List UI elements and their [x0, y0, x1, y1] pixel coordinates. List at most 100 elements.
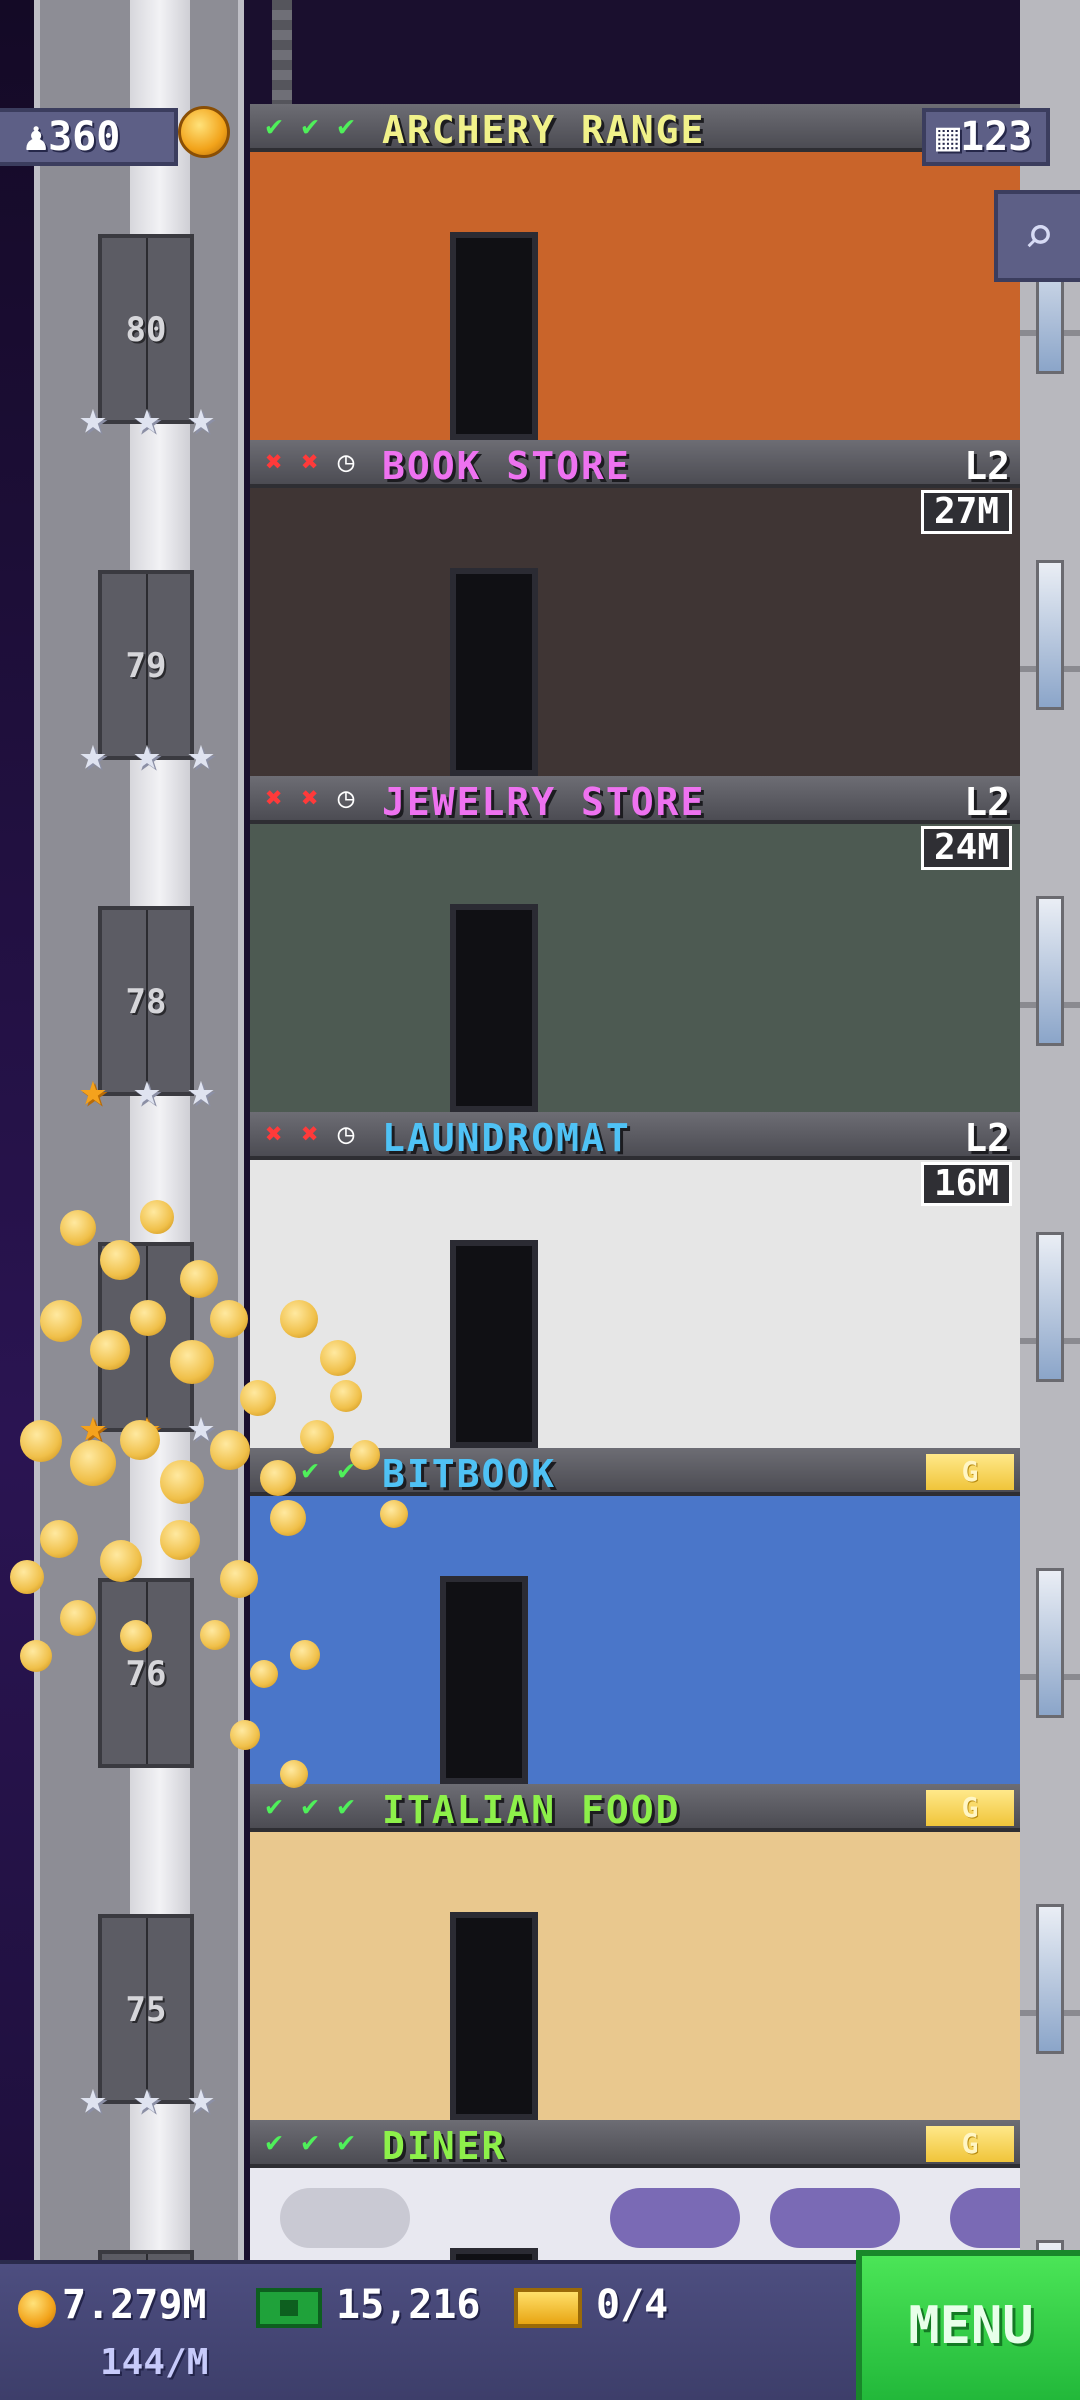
coin-particle: [350, 1440, 380, 1470]
floors-badge[interactable]: ▦123: [922, 108, 1050, 166]
floor-book-store[interactable]: ✖ ✖ ◷ BOOK STORE L2 27M: [250, 440, 1020, 776]
star-icon: ★: [79, 1062, 107, 1116]
star-icon: ★: [187, 726, 215, 780]
floor-name: JEWELRY STORE: [382, 780, 706, 824]
coin-particle: [60, 1210, 96, 1246]
star-icon: ★: [187, 390, 215, 444]
floor-laundromat[interactable]: ✖ ✖ ◷ LAUNDROMAT L2 16M: [250, 1112, 1020, 1448]
floor-room[interactable]: [250, 1160, 1020, 1448]
floor-room[interactable]: [250, 152, 1020, 440]
restock-timer: 16M: [920, 1162, 1012, 1206]
star-icon: ★: [133, 390, 161, 444]
floor-header[interactable]: ✖ ✖ ◷ JEWELRY STORE L2: [250, 776, 1020, 824]
search-button[interactable]: ⌕: [994, 190, 1080, 282]
star-icon: ★: [79, 2070, 107, 2124]
coin-particle: [170, 1340, 214, 1384]
floor-bitbook[interactable]: ✔✔✔BITBOOKG: [250, 1448, 1020, 1784]
floor-door: [450, 1240, 538, 1448]
floor-room[interactable]: [250, 488, 1020, 776]
coin-icon[interactable]: [178, 106, 230, 158]
population-value: 360: [48, 114, 121, 160]
floor-header[interactable]: ✖ ✖ ◷ BOOK STORE L2: [250, 440, 1020, 488]
building-icon: ▦: [936, 114, 961, 160]
coin-particle: [40, 1520, 78, 1558]
floor-name: BOOK STORE: [382, 444, 631, 488]
floor-door: [450, 568, 538, 776]
coin-particle: [40, 1300, 82, 1342]
floor-name: ARCHERY RANGE: [382, 108, 706, 152]
clock-icon: ◷: [337, 1117, 355, 1150]
floor-door: [450, 904, 538, 1112]
floor-italian-food[interactable]: ✔ ✔ ✔ ITALIAN FOOD G: [250, 1784, 1020, 2120]
elevator-floor-number: 78: [125, 982, 167, 1022]
coin-particle: [230, 1720, 260, 1750]
check-icon: ✔: [301, 2125, 319, 2158]
floor-stars: ★ ★ ★: [68, 2072, 226, 2122]
coin-particle: [70, 1440, 116, 1486]
floor-header[interactable]: ✔ ✔ ✔ ITALIAN FOOD G: [250, 1784, 1020, 1832]
check-icon: ✔: [301, 109, 319, 142]
restock-timer: 24M: [920, 826, 1012, 870]
tower-window: [1036, 560, 1064, 710]
floors-count: 123: [960, 114, 1033, 160]
floor-door: [440, 1576, 528, 1784]
coin-particle: [210, 1300, 248, 1338]
gold-badge[interactable]: G: [926, 1454, 1014, 1490]
floor-jewelry-store[interactable]: ✖ ✖ ◷ JEWELRY STORE L2 24M: [250, 776, 1020, 1112]
coin-particle: [130, 1300, 166, 1336]
check-icon: ✔: [337, 2125, 355, 2158]
coin-particle: [380, 1500, 408, 1528]
floor-room[interactable]: [250, 824, 1020, 1112]
coin-particle: [60, 1600, 96, 1636]
coin-particle: [240, 1380, 276, 1416]
floor-room[interactable]: [250, 1496, 1020, 1784]
coin-particle: [280, 1760, 308, 1788]
floor-stars: ★ ★ ★: [68, 1064, 226, 1114]
floor-stars: ★ ★ ★: [68, 392, 226, 442]
clock-icon: ◷: [337, 445, 355, 478]
gold-badge[interactable]: G: [926, 2126, 1014, 2162]
magnifier-icon: ⌕: [1023, 206, 1055, 266]
coin-particle: [250, 1660, 278, 1688]
floor-header[interactable]: ✖ ✖ ◷ LAUNDROMAT L2: [250, 1112, 1020, 1160]
cross-icon: ✖: [301, 781, 319, 814]
floor-status-icons: ✔ ✔ ✔: [258, 1790, 362, 1822]
cross-icon: ✖: [301, 1117, 319, 1150]
star-icon: ★: [133, 1062, 161, 1116]
coin-rate: 144/M: [100, 2342, 209, 2383]
coin-particle: [160, 1460, 204, 1504]
diner-booth: [950, 2188, 1020, 2248]
coin-particle: [260, 1460, 296, 1496]
floor-room[interactable]: [250, 1832, 1020, 2120]
elevator-floor-number: 79: [125, 646, 167, 686]
elevator-floor-number: 75: [125, 1990, 167, 2030]
population-badge[interactable]: ♟360: [0, 108, 178, 166]
coin-particle: [290, 1640, 320, 1670]
cross-icon: ✖: [301, 445, 319, 478]
diner-booth: [770, 2188, 900, 2248]
diner-booth: [610, 2188, 740, 2248]
cross-icon: ✖: [265, 781, 283, 814]
space-background: [0, 0, 34, 2400]
floor-header[interactable]: ✔ ✔ ✔ DINER G: [250, 2120, 1020, 2168]
person-icon: ♟: [24, 114, 49, 160]
gold-badge[interactable]: G: [926, 1790, 1014, 1826]
coin-particle: [300, 1420, 334, 1454]
menu-button[interactable]: MENU: [856, 2250, 1080, 2400]
floor-status-icons: ✖ ✖ ◷: [258, 782, 362, 814]
coin-particle: [10, 1560, 44, 1594]
floor-name: LAUNDROMAT: [382, 1116, 631, 1160]
floor-status-icons: ✖ ✖ ◷: [258, 446, 362, 478]
floor-status-icons: ✖ ✖ ◷: [258, 1118, 362, 1150]
cross-icon: ✖: [265, 1117, 283, 1150]
floor-archery-range[interactable]: ✔ ✔ ✔ ARCHERY RANGE: [250, 104, 1020, 440]
floor-status-icons: ✔ ✔ ✔: [258, 2126, 362, 2158]
coin-particle: [270, 1500, 306, 1536]
ticket-icon: [514, 2288, 582, 2328]
star-icon: ★: [187, 1062, 215, 1116]
floor-header[interactable]: ✔ ✔ ✔ ARCHERY RANGE: [250, 104, 1020, 152]
floor-status-icons: ✔ ✔ ✔: [258, 110, 362, 142]
star-icon: ★: [133, 2070, 161, 2124]
floor-door: [450, 1912, 538, 2120]
coin-particle: [330, 1380, 362, 1412]
